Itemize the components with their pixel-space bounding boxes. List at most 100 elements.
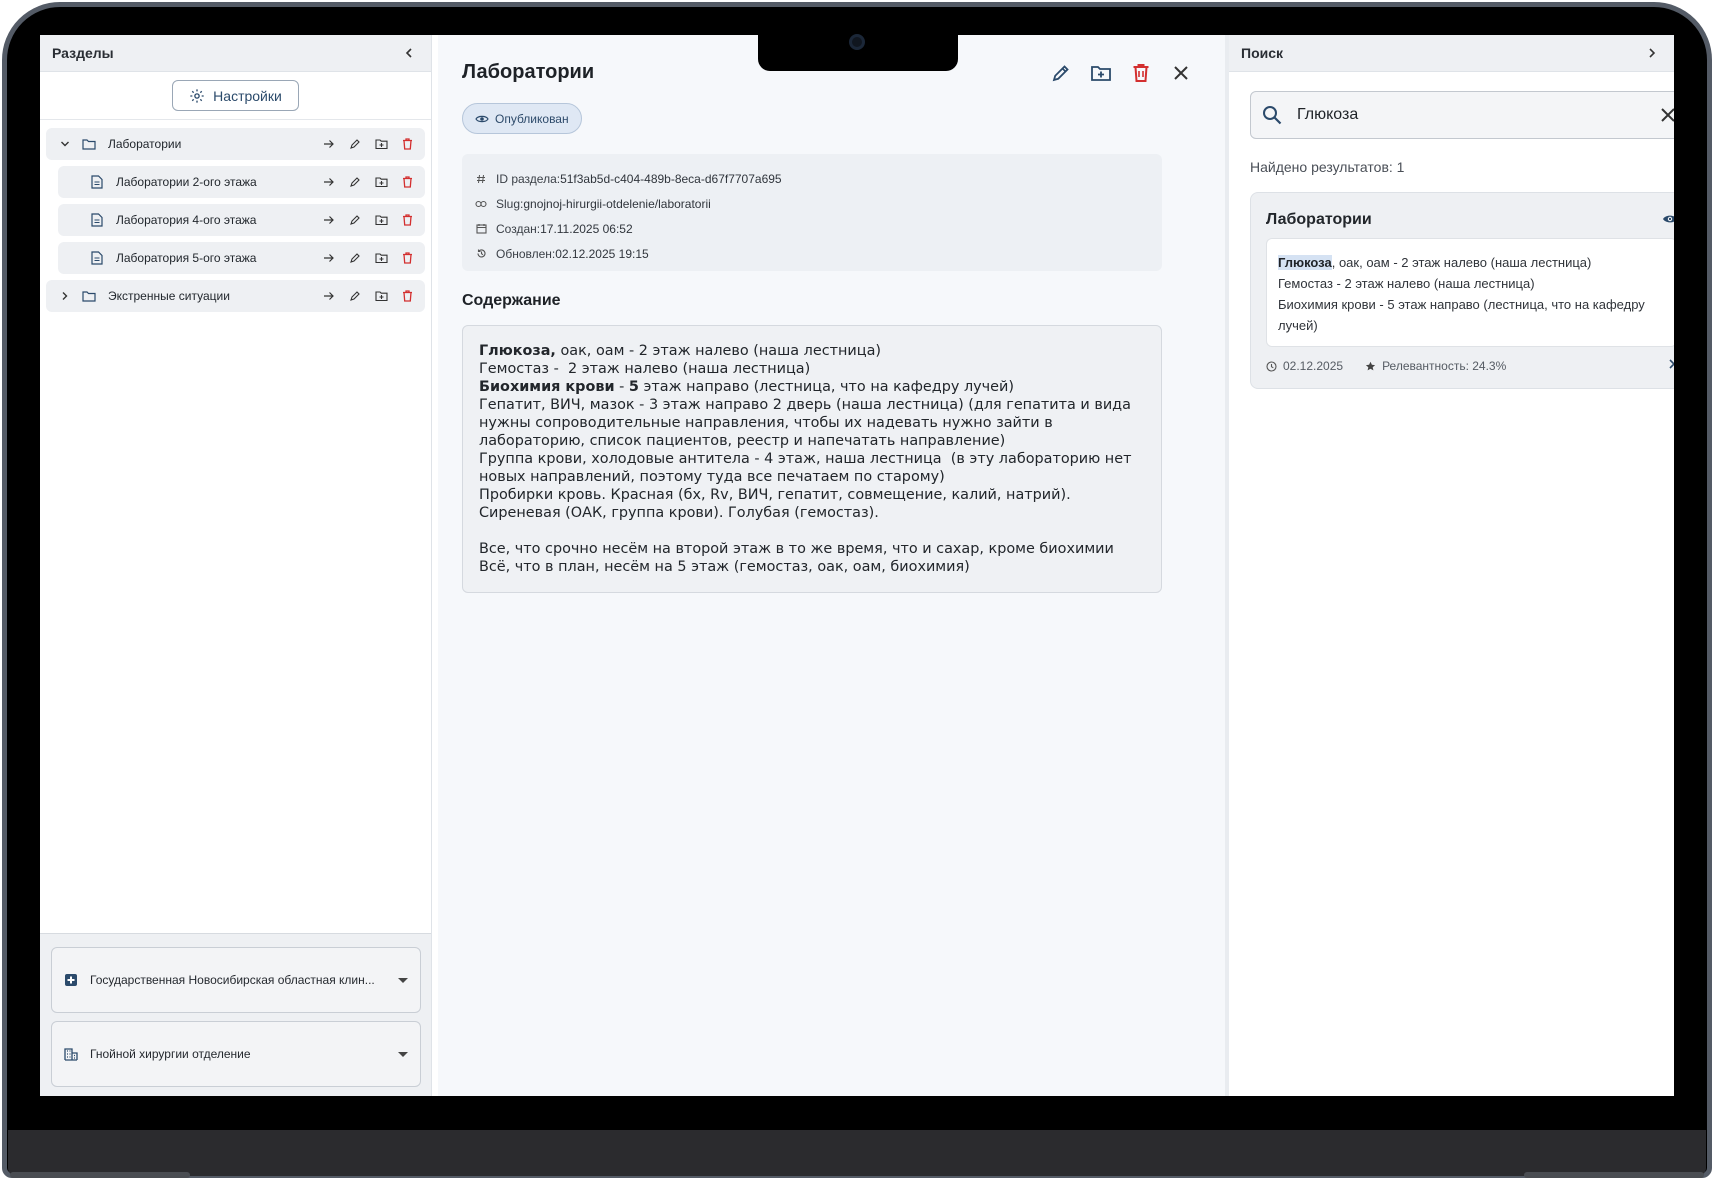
settings-bar: Настройки [40, 72, 431, 120]
add-folder-icon[interactable] [371, 286, 391, 306]
delete-trash-icon[interactable] [397, 172, 417, 192]
delete-trash-icon[interactable] [397, 210, 417, 230]
collapse-search-icon[interactable] [1642, 43, 1662, 63]
laptop-base [8, 1130, 1706, 1176]
section-details: Лаборатории Опубликован ID раздела: 51f3… [438, 35, 1225, 1096]
open-arrow-icon[interactable] [319, 286, 339, 306]
edit-pencil-icon[interactable] [345, 134, 365, 154]
meta-created-value: 17.11.2025 06:52 [540, 221, 633, 236]
section-content: Глюкоза, оак, оам - 2 этаж налево (наша … [462, 325, 1162, 593]
meta-updated-value: 02.12.2025 19:15 [555, 246, 649, 261]
tree-item-label: Лаборатории [108, 137, 182, 151]
dropdown-caret-icon [398, 977, 408, 983]
edit-pencil-icon[interactable] [345, 210, 365, 230]
building-icon [64, 1047, 80, 1061]
content-blank-line [479, 522, 1145, 540]
history-icon [474, 248, 488, 259]
status-badge: Опубликован [462, 103, 582, 134]
search-input[interactable] [1297, 106, 1658, 124]
meta-updated: Обновлен: 02.12.2025 19:15 [474, 241, 1150, 266]
content-heading: Содержание [462, 292, 561, 309]
open-arrow-icon[interactable] [319, 172, 339, 192]
document-icon [88, 175, 106, 189]
content-line: Все, что срочно несём на второй этаж в т… [479, 541, 1114, 557]
department-value: Гнойной хирургии отделение [90, 1047, 251, 1061]
link-icon [474, 200, 488, 208]
snippet-highlight: Глюкоза [1278, 255, 1332, 270]
result-title: Лаборатории [1266, 211, 1372, 228]
edit-pencil-icon[interactable] [345, 248, 365, 268]
delete-trash-icon[interactable] [397, 286, 417, 306]
meta-id-value: 51f3ab5d-c404-489b-8eca-d67f7707a695 [560, 171, 782, 186]
add-folder-icon[interactable] [371, 172, 391, 192]
delete-trash-icon[interactable] [397, 248, 417, 268]
open-arrow-icon[interactable] [319, 248, 339, 268]
result-snippet: Глюкоза, оак, оам - 2 этаж налево (наша … [1266, 238, 1674, 347]
add-folder-icon[interactable] [371, 210, 391, 230]
open-arrow-icon[interactable] [319, 210, 339, 230]
tree-item-lab-floor-2[interactable]: Лаборатории 2-ого этажа [58, 166, 425, 198]
edit-pencil-icon[interactable] [345, 172, 365, 192]
sidebar-title: Разделы [52, 45, 114, 61]
tree-item-lab-floor-5[interactable]: Лаборатория 5-ого этажа [58, 242, 425, 274]
tree-item-emergencies[interactable]: Экстренные ситуации [46, 280, 425, 312]
app-screen: Разделы Настройки Лаборатории Лаборатори… [40, 35, 1674, 1096]
section-toolbar [1049, 61, 1193, 85]
meta-updated-label: Обновлен: [496, 246, 556, 261]
add-folder-icon[interactable] [371, 248, 391, 268]
content-text: этаж направо (лестница, что на кафедру л… [638, 379, 1014, 395]
snippet-line: Глюкоза, оак, оам - 2 этаж налево (наша … [1278, 252, 1665, 273]
organization-select[interactable]: Государственная Новосибирская областная … [51, 947, 421, 1013]
content-bold: Биохимия крови [479, 379, 615, 395]
search-panel: Поиск Найдено результатов: 1 Лаборатории… [1229, 35, 1674, 1096]
content-line: Глюкоза, оак, оам - 2 этаж налево (наша … [479, 342, 1145, 360]
content-line: Всё, что в план, несём на 5 этаж (гемост… [479, 559, 970, 575]
collapse-sidebar-icon[interactable] [399, 43, 419, 63]
status-label: Опубликован [495, 111, 569, 126]
search-field [1250, 91, 1674, 139]
document-icon [88, 251, 106, 265]
hospital-icon [64, 973, 80, 987]
search-result-card[interactable]: Лаборатории Глюкоза, оак, оам - 2 этаж н… [1250, 192, 1674, 389]
camera-icon [849, 34, 865, 50]
meta-created-label: Создан: [496, 221, 541, 236]
star-icon [1365, 361, 1376, 372]
delete-trash-icon[interactable] [1129, 61, 1153, 85]
content-line: Гепатит, ВИЧ, мазок - 3 этаж направо 2 д… [479, 397, 1136, 449]
snippet-line: Биохимия крови - 5 этаж направо (лестниц… [1278, 297, 1645, 333]
context-selectors: Государственная Новосибирская областная … [40, 933, 431, 1096]
tree-item-lab-floor-4[interactable]: Лаборатория 4-ого этажа [58, 204, 425, 236]
edit-pencil-icon[interactable] [1049, 61, 1073, 85]
chevron-right-icon[interactable] [1666, 358, 1674, 370]
meta-id: ID раздела: 51f3ab5d-c404-489b-8eca-d67f… [474, 166, 1150, 191]
settings-label: Настройки [213, 87, 282, 104]
folder-icon [80, 290, 98, 302]
calendar-icon [474, 223, 488, 234]
tree-item-laboratories[interactable]: Лаборатории [46, 128, 425, 160]
add-folder-icon[interactable] [371, 134, 391, 154]
content-bold: Глюкоза, [479, 343, 556, 359]
laptop-foot-right [1524, 1172, 1704, 1178]
open-arrow-icon[interactable] [319, 134, 339, 154]
chevron-right-icon[interactable] [56, 291, 74, 301]
meta-slug-label: Slug: [496, 196, 524, 211]
content-line: Гемостаз - 2 этаж налево (наша лестница) [479, 361, 811, 377]
folder-icon [80, 138, 98, 150]
close-icon[interactable] [1169, 61, 1193, 85]
hash-icon [474, 174, 488, 184]
content-line: Биохимия крови - 5 этаж направо (лестниц… [479, 378, 1145, 396]
delete-trash-icon[interactable] [397, 134, 417, 154]
tree-item-label: Лаборатории 2-ого этажа [116, 175, 257, 189]
department-select[interactable]: Гнойной хирургии отделение [51, 1021, 421, 1087]
search-icon [1261, 104, 1285, 126]
clear-search-icon[interactable] [1658, 105, 1674, 125]
sidebar-header: Разделы [40, 35, 431, 72]
add-folder-icon[interactable] [1089, 61, 1113, 85]
edit-pencil-icon[interactable] [345, 286, 365, 306]
content-text: - [614, 379, 629, 395]
settings-button[interactable]: Настройки [172, 80, 299, 111]
meta-slug-value: gnojnoj-hirurgii-otdelenie/laboratorii [523, 196, 711, 211]
eye-icon [1662, 213, 1674, 225]
chevron-down-icon[interactable] [56, 139, 74, 149]
search-header: Поиск [1229, 35, 1674, 72]
